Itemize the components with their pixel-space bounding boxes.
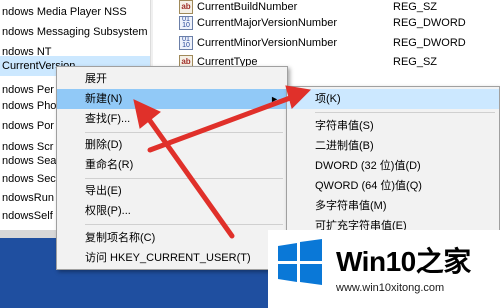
menu-item-permissions[interactable]: 权限(P)...: [57, 201, 287, 221]
logo-title-brand: Win10: [336, 246, 416, 277]
string-value-icon: ab: [179, 0, 193, 14]
watermark-logo: Win10之家 www.win10xitong.com: [268, 230, 500, 308]
value-name: CurrentMinorVersionNumber: [197, 37, 337, 49]
value-type: REG_DWORD: [393, 17, 466, 29]
menu-separator: [315, 112, 495, 113]
menu-item-rename[interactable]: 重命名(R): [57, 155, 287, 175]
windows-logo-icon: [278, 239, 322, 285]
context-menu: 展开 新建(N) ► 查找(F)... 删除(D) 重命名(R) 导出(E) 权…: [56, 66, 288, 270]
submenu-item-qword-value[interactable]: QWORD (64 位)值(Q): [287, 176, 499, 196]
new-submenu: 项(K) 字符串值(S) 二进制值(B) DWORD (32 位)值(D) QW…: [286, 86, 500, 238]
menu-item-copy-key-name[interactable]: 复制项名称(C): [57, 228, 287, 248]
menu-separator: [85, 178, 283, 179]
menu-item-find[interactable]: 查找(F)...: [57, 109, 287, 129]
submenu-item-multi-string-value[interactable]: 多字符串值(M): [287, 196, 499, 216]
menu-item-new[interactable]: 新建(N) ►: [57, 89, 287, 109]
submenu-item-binary-value[interactable]: 二进制值(B): [287, 136, 499, 156]
tree-item[interactable]: ndows Media Player NSS: [0, 2, 150, 22]
menu-item-goto-hkcu[interactable]: 访问 HKEY_CURRENT_USER(T): [57, 248, 287, 268]
binary-value-icon: 01 10: [179, 16, 193, 30]
menu-item-expand[interactable]: 展开: [57, 69, 287, 89]
menu-item-delete[interactable]: 删除(D): [57, 135, 287, 155]
menu-item-export[interactable]: 导出(E): [57, 181, 287, 201]
submenu-item-string-value[interactable]: 字符串值(S): [287, 116, 499, 136]
tree-item[interactable]: ndows Messaging Subsystem: [0, 22, 150, 42]
value-type: REG_DWORD: [393, 37, 466, 49]
logo-title-suffix: 之家: [415, 246, 472, 277]
value-type: REG_SZ: [393, 56, 438, 68]
menu-separator: [85, 132, 283, 133]
menu-item-new-label: 新建(N): [85, 93, 123, 105]
binary-value-icon: 01 10: [179, 36, 193, 50]
menu-separator: [85, 224, 283, 225]
value-name: CurrentMajorVersionNumber: [197, 17, 337, 29]
chevron-right-icon: ►: [270, 94, 279, 104]
value-row[interactable]: 01 10 CurrentMinorVersionNumber REG_DWORD: [153, 33, 500, 53]
logo-title: Win10之家: [336, 240, 471, 280]
value-row[interactable]: 01 10 CurrentMajorVersionNumber REG_DWORD: [153, 13, 500, 33]
submenu-item-key[interactable]: 项(K): [287, 89, 499, 109]
logo-url: www.win10xitong.com: [336, 282, 445, 294]
submenu-item-dword-value[interactable]: DWORD (32 位)值(D): [287, 156, 499, 176]
